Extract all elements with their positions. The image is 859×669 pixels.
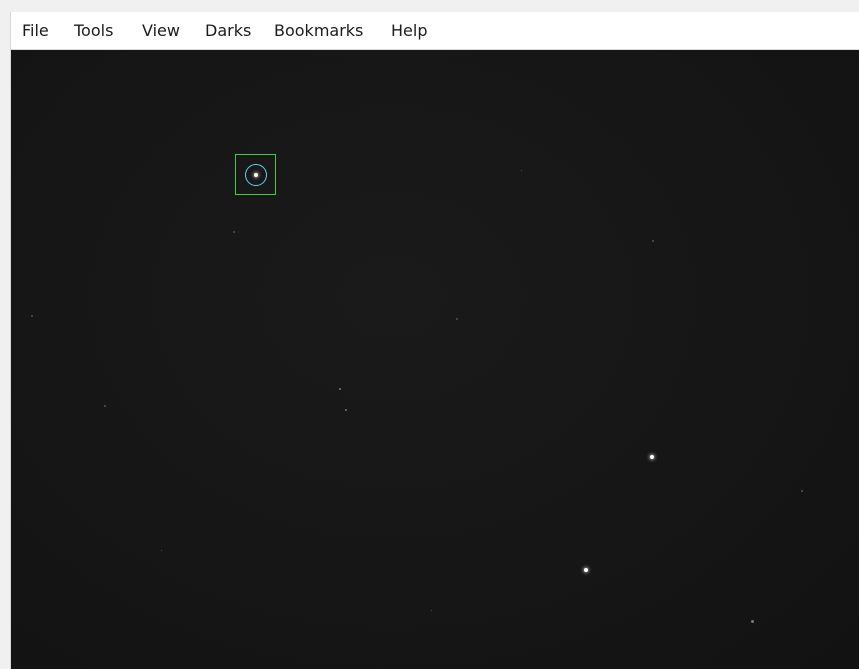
menu-tools[interactable]: Tools	[74, 12, 113, 49]
menu-view[interactable]: View	[142, 12, 180, 49]
star	[751, 620, 754, 623]
star	[652, 240, 654, 242]
guide-star	[254, 173, 258, 177]
star	[431, 610, 432, 611]
star	[161, 550, 162, 551]
star	[801, 490, 803, 492]
star	[650, 455, 654, 459]
star	[104, 405, 106, 407]
menu-file[interactable]: File	[22, 12, 49, 49]
menu-bar: File Tools View Darks Bookmarks Help	[11, 12, 859, 50]
star	[339, 388, 341, 390]
star	[521, 170, 522, 171]
star	[31, 315, 33, 317]
star	[456, 318, 458, 320]
window-top-edge	[0, 0, 859, 12]
star	[584, 568, 588, 572]
window-left-frame	[0, 12, 11, 669]
star	[233, 231, 235, 233]
menu-help[interactable]: Help	[391, 12, 427, 49]
menu-bookmarks[interactable]: Bookmarks	[274, 12, 363, 49]
app-window: File Tools View Darks Bookmarks Help	[0, 0, 859, 669]
star-image-viewer[interactable]	[11, 50, 859, 669]
star	[345, 409, 347, 411]
menu-darks[interactable]: Darks	[205, 12, 251, 49]
